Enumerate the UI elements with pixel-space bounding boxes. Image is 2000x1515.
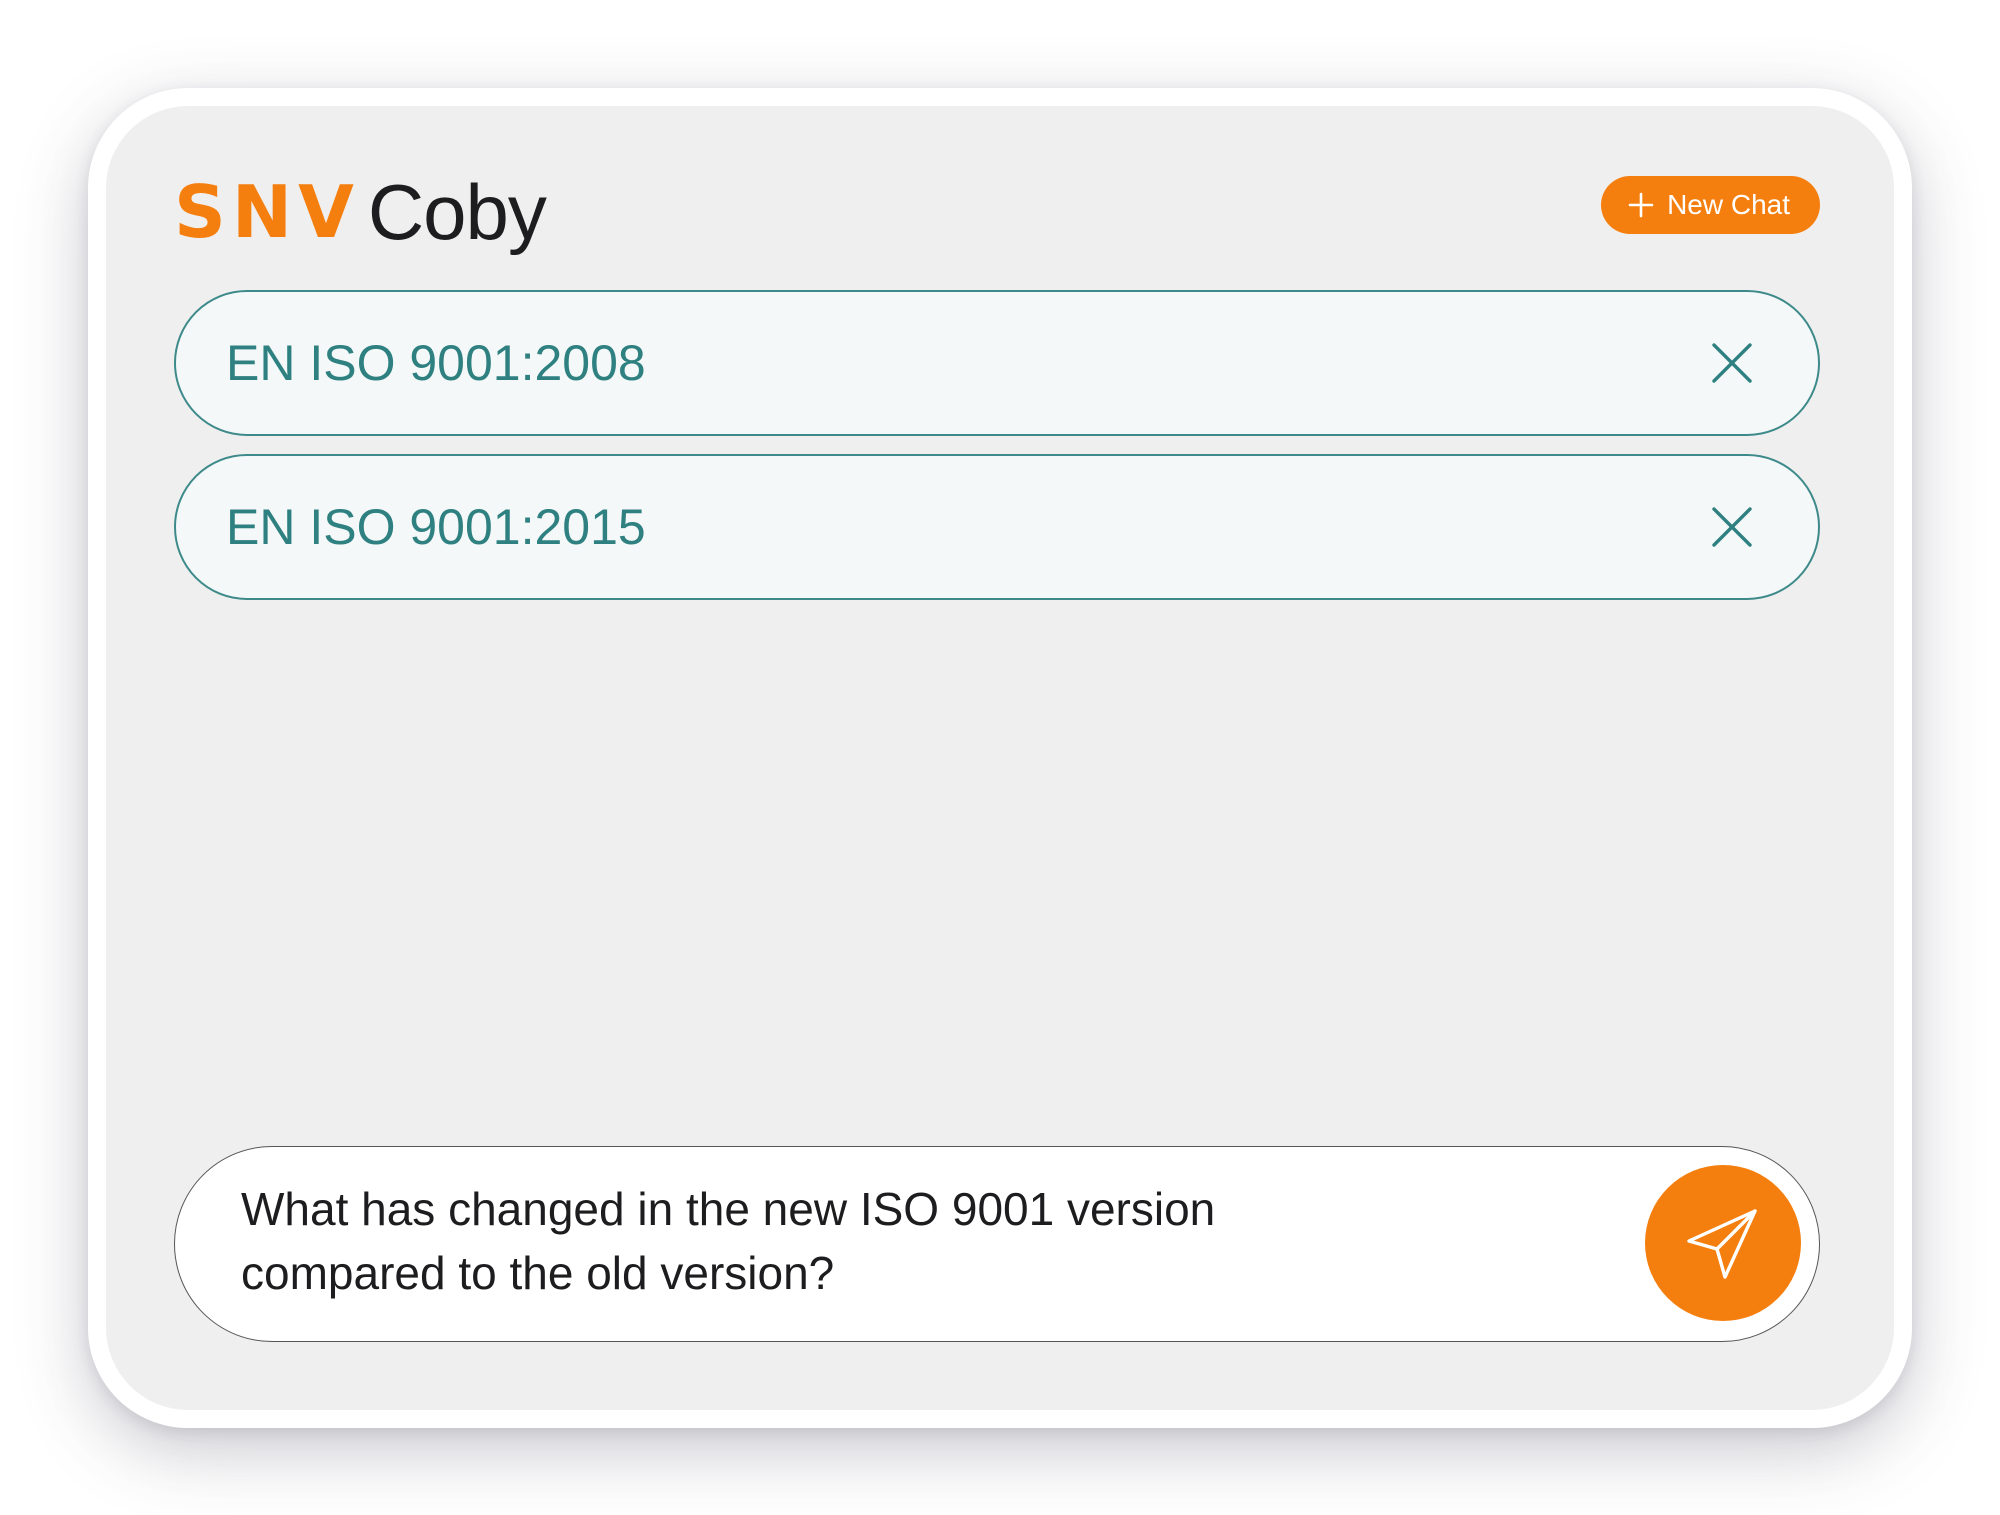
plus-icon bbox=[1628, 192, 1654, 218]
document-chip[interactable]: EN ISO 9001:2015 bbox=[174, 454, 1820, 600]
header: SNV Coby New Chat bbox=[174, 162, 1820, 262]
logo-brand: SNV bbox=[174, 170, 360, 254]
selected-documents-list: EN ISO 9001:2008 EN ISO 9001:2015 bbox=[174, 290, 1820, 618]
new-chat-label: New Chat bbox=[1667, 189, 1790, 220]
message-line: What has changed in the new ISO 9001 ver… bbox=[241, 1183, 1216, 1235]
message-input[interactable]: What has changed in the new ISO 9001 ver… bbox=[174, 1146, 1820, 1342]
close-icon[interactable] bbox=[1710, 341, 1754, 385]
document-chip[interactable]: EN ISO 9001:2008 bbox=[174, 290, 1820, 436]
document-label: EN ISO 9001:2008 bbox=[226, 335, 646, 391]
app-screen: SNV Coby New Chat EN ISO 9001:2008 EN IS… bbox=[106, 106, 1894, 1410]
send-button[interactable] bbox=[1645, 1165, 1801, 1321]
message-line: compared to the old version? bbox=[241, 1247, 835, 1299]
app-logo: SNV Coby bbox=[174, 162, 547, 262]
document-label: EN ISO 9001:2015 bbox=[226, 499, 646, 555]
new-chat-button[interactable]: New Chat bbox=[1601, 176, 1820, 234]
paper-plane-icon bbox=[1687, 1209, 1757, 1279]
logo-product: Coby bbox=[367, 168, 547, 256]
close-icon[interactable] bbox=[1710, 505, 1754, 549]
message-text[interactable]: What has changed in the new ISO 9001 ver… bbox=[241, 1177, 1441, 1305]
